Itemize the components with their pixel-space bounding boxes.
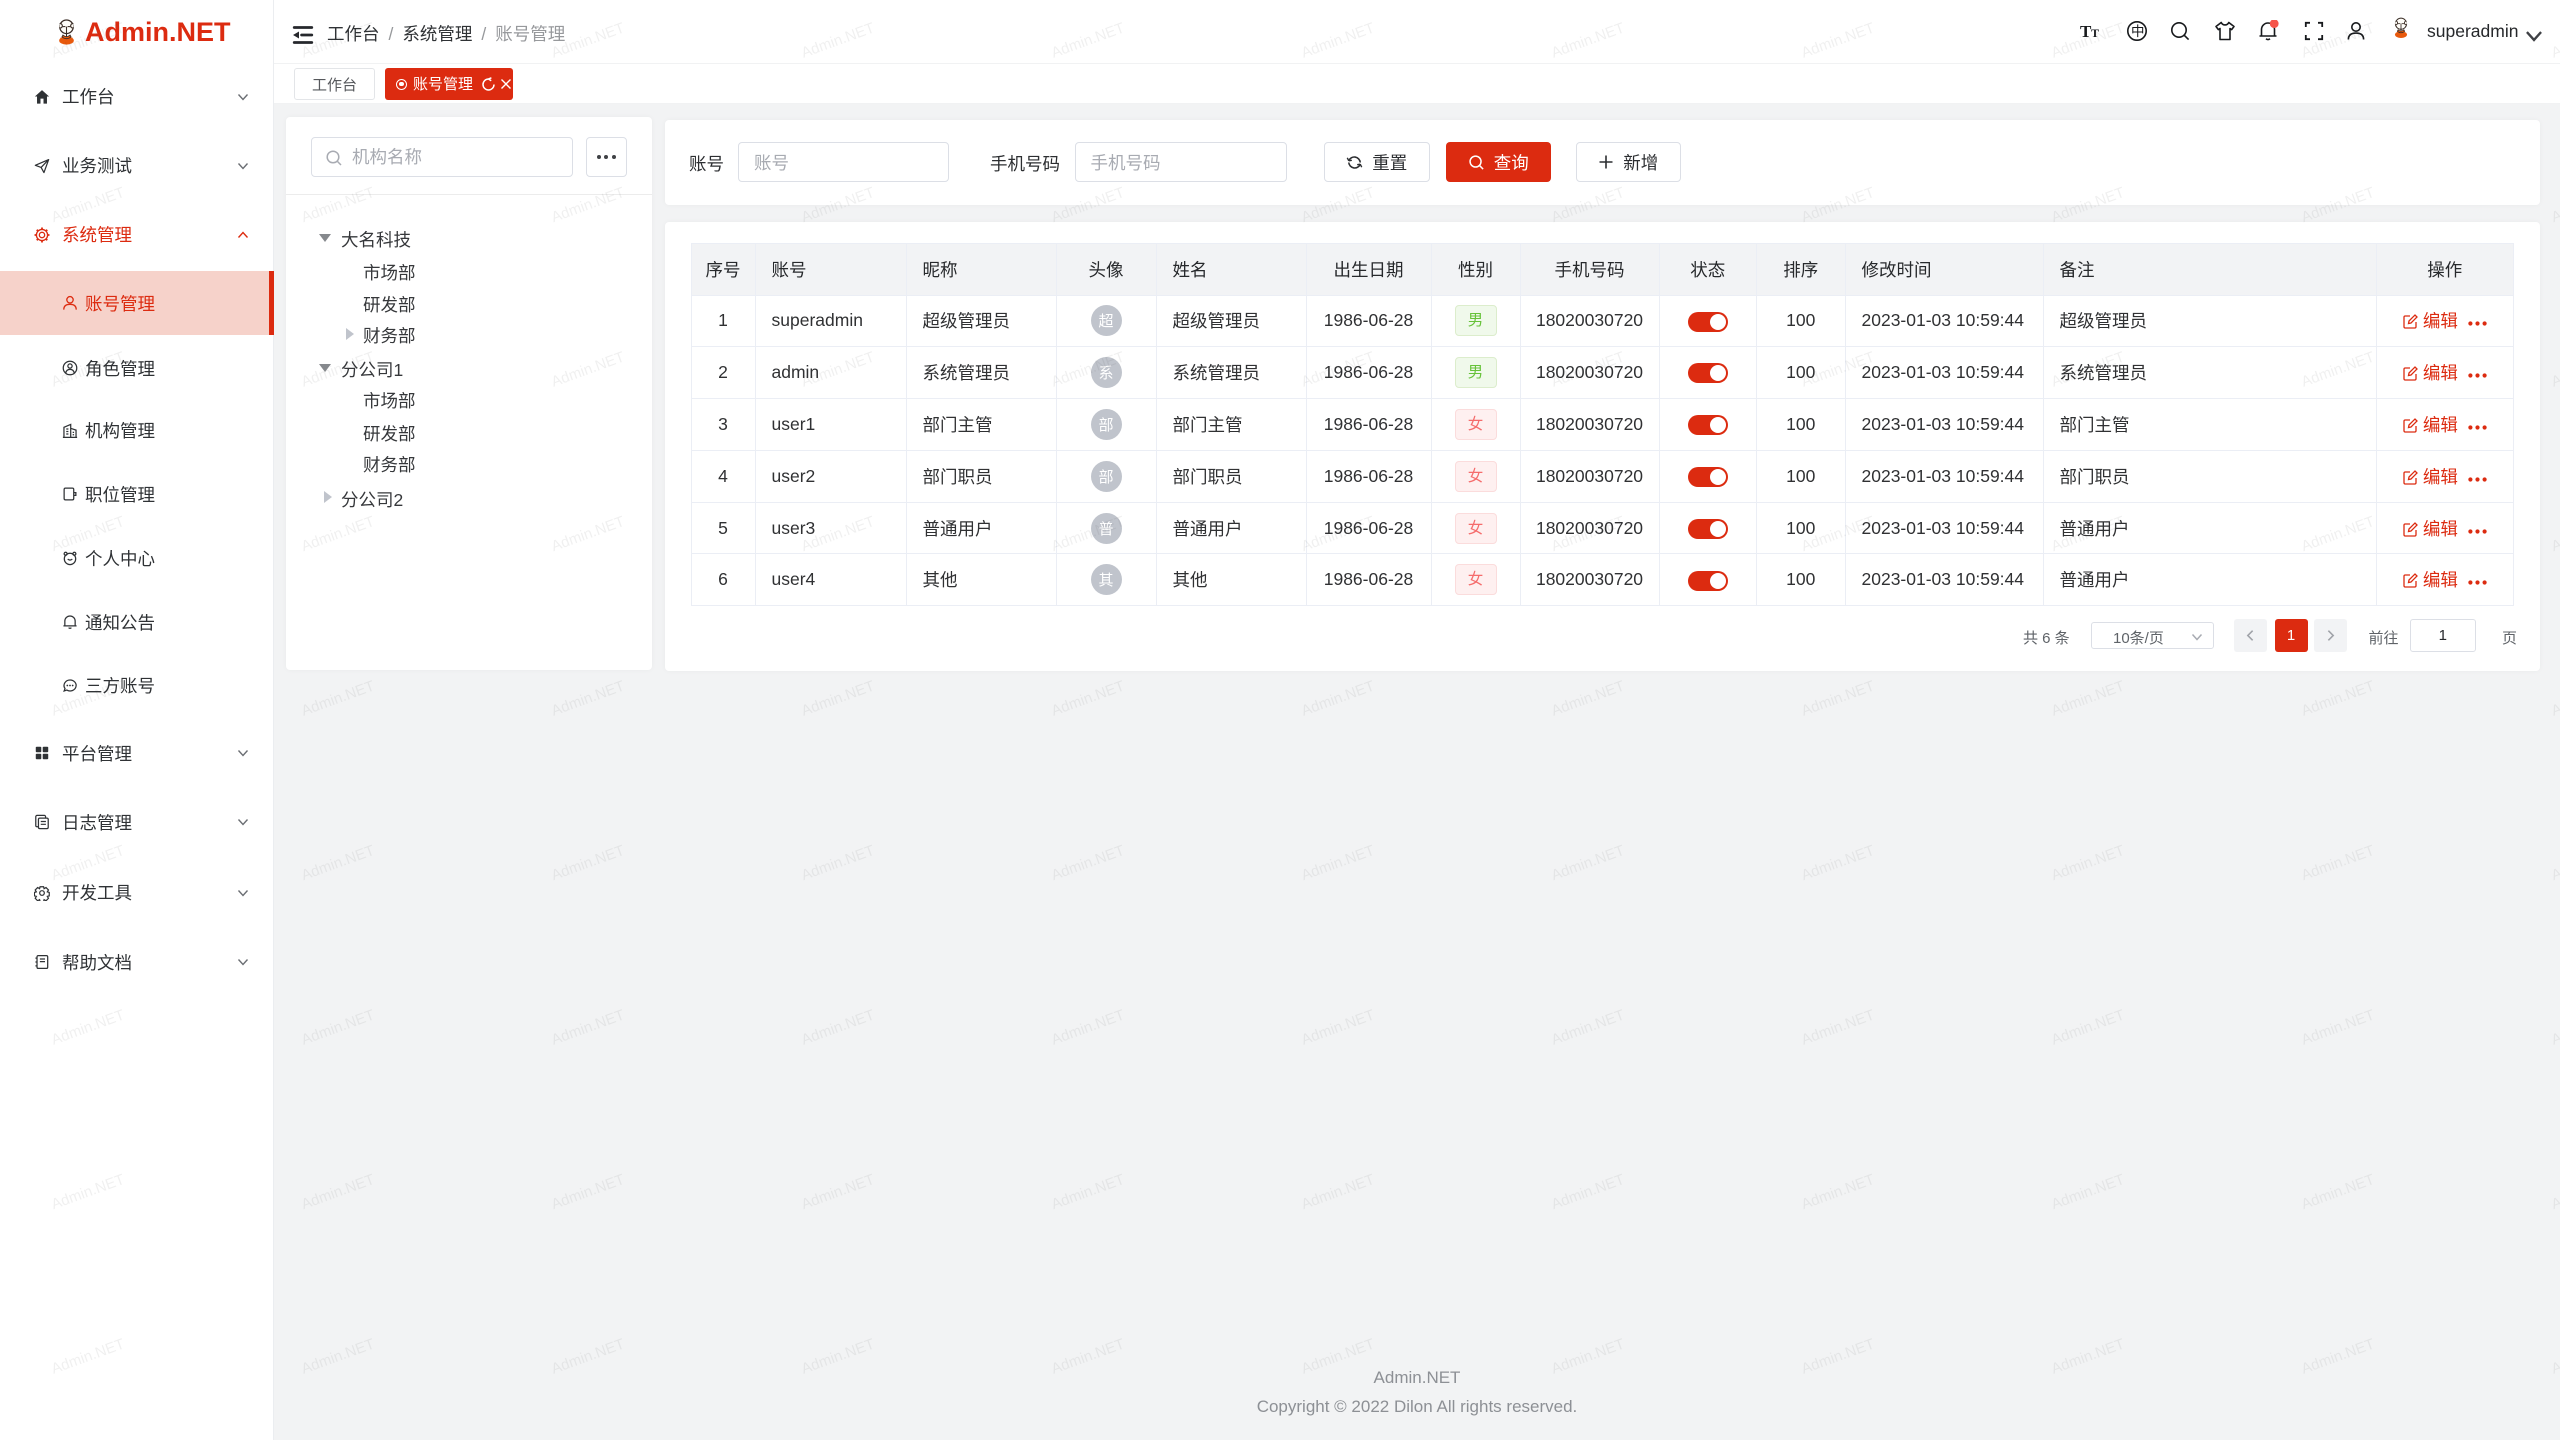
svg-text:T: T (2091, 26, 2099, 40)
svg-text:中: 中 (2131, 24, 2145, 39)
